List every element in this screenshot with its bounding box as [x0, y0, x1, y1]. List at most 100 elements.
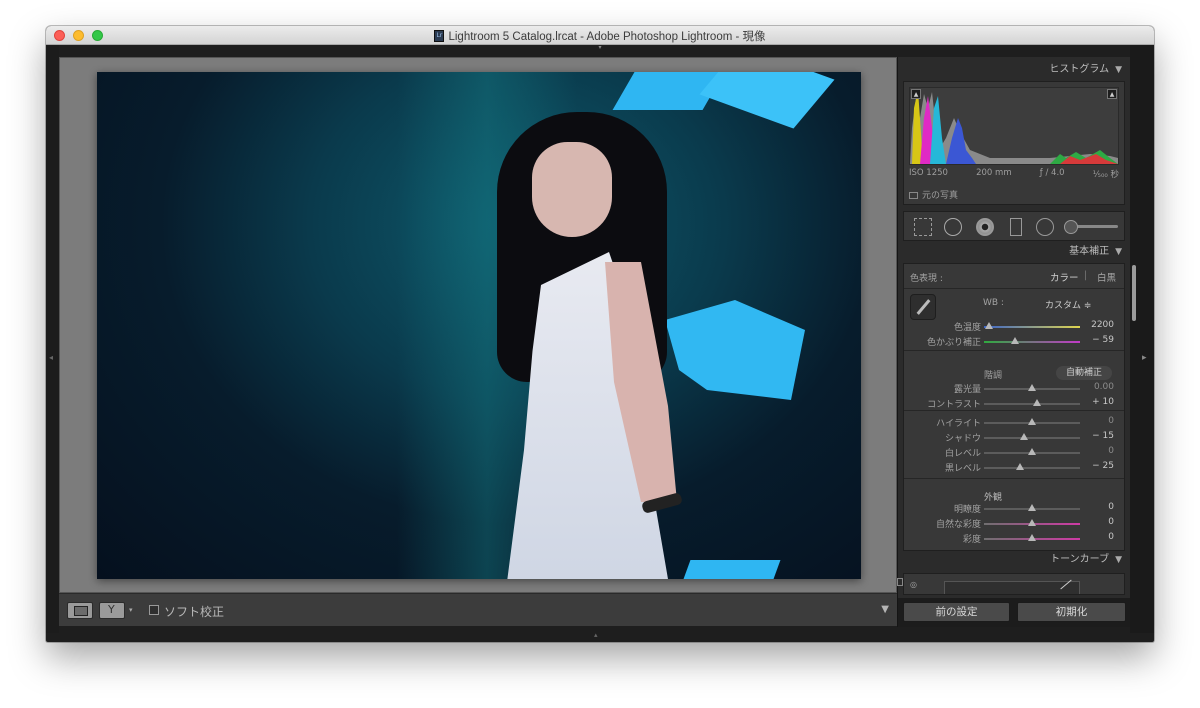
- slider-thumb[interactable]: [1032, 399, 1041, 406]
- original-photo-label: 元の写真: [922, 191, 959, 201]
- slider-track[interactable]: [984, 463, 1080, 470]
- histogram-title: ヒストグラム: [1049, 64, 1110, 75]
- original-photo-checkbox-icon: [909, 192, 918, 199]
- previous-settings-button[interactable]: 前の設定: [903, 602, 1010, 622]
- panel-scrollbar[interactable]: [1132, 265, 1136, 321]
- slider-label: 自然な彩度: [935, 520, 981, 530]
- tone-curve-header[interactable]: トーンカーブ ▼: [898, 549, 1130, 571]
- slider-thumb[interactable]: [1028, 448, 1036, 455]
- basic-title: 基本補正: [1069, 246, 1110, 257]
- slider-thumb[interactable]: [984, 322, 993, 329]
- slider-thumb[interactable]: [1028, 519, 1036, 526]
- presence-section-label: 外観: [984, 493, 1003, 503]
- slider-thumb[interactable]: [1016, 463, 1025, 470]
- main-photo[interactable]: [97, 72, 861, 579]
- tool-strip: [903, 211, 1125, 241]
- treatment-label: 色表現 :: [910, 274, 943, 284]
- radial-filter-tool-icon[interactable]: [1036, 218, 1054, 236]
- left-panel-toggle-icon[interactable]: ◂: [49, 353, 53, 362]
- basic-panel: 色表現 : カラー | 白黒 WB : カスタム ≑ 色温度 2200 色かぶり補正…: [903, 263, 1125, 551]
- zoom-window-button[interactable]: [92, 30, 103, 41]
- slider-value[interactable]: 0: [1108, 502, 1114, 512]
- tone-section-label: 階調: [984, 371, 1003, 381]
- soft-proof-checkbox[interactable]: [149, 605, 159, 615]
- graduated-filter-tool-icon[interactable]: [1010, 218, 1022, 236]
- collapse-basic-icon[interactable]: ▼: [1115, 247, 1122, 257]
- collapse-histogram-icon[interactable]: ▼: [1115, 65, 1122, 75]
- slider-thumb[interactable]: [1028, 384, 1036, 391]
- slider-value[interactable]: − 25: [1092, 461, 1114, 471]
- tone-curve-graph[interactable]: [944, 581, 1080, 594]
- slider-track[interactable]: [984, 337, 1080, 344]
- before-after-button[interactable]: Y: [99, 602, 125, 619]
- filmstrip-toggle-icon[interactable]: ▴: [594, 632, 606, 639]
- slider-value[interactable]: 0: [1108, 532, 1114, 542]
- right-panel-toggle-icon[interactable]: ▸: [1142, 353, 1147, 363]
- slider-thumb[interactable]: [1028, 418, 1036, 425]
- divider: [904, 288, 1124, 289]
- focal-length-value: 200 mm: [976, 168, 1012, 178]
- treatment-divider: |: [1084, 270, 1088, 281]
- original-photo-toggle[interactable]: 元の写真: [909, 188, 958, 201]
- divider: [904, 478, 1124, 479]
- wb-select[interactable]: カスタム ≑: [1045, 298, 1091, 311]
- adjustment-brush-tool-icon[interactable]: [1064, 220, 1118, 234]
- slider-label: 色温度: [953, 323, 981, 333]
- slider-thumb[interactable]: [1020, 433, 1029, 440]
- slider-value[interactable]: 2200: [1091, 320, 1114, 330]
- slider-value[interactable]: 0: [1108, 517, 1114, 527]
- red-eye-tool-icon[interactable]: [976, 218, 994, 236]
- view-toolbar: Y ▾ ソフト校正 ▼: [59, 593, 897, 626]
- treatment-bw-button[interactable]: 白黒: [1097, 270, 1116, 284]
- wb-label: WB :: [983, 298, 1004, 308]
- treatment-color-button[interactable]: カラー: [1050, 270, 1079, 284]
- slider-value[interactable]: 0: [1108, 416, 1114, 426]
- collapse-tone-curve-icon[interactable]: ▼: [1115, 555, 1122, 565]
- slider-track[interactable]: [984, 418, 1080, 425]
- auto-tone-button[interactable]: 自動補正: [1056, 366, 1112, 380]
- target-adjust-icon[interactable]: ◎: [910, 580, 917, 589]
- slider-track[interactable]: [984, 519, 1080, 526]
- shutter-value: ¹⁄₅₀₀ 秒: [1092, 170, 1119, 180]
- toolbar-menu-icon[interactable]: ▼: [881, 604, 889, 615]
- slider-value[interactable]: − 59: [1092, 335, 1114, 345]
- before-after-dropdown-icon[interactable]: ▾: [129, 606, 133, 614]
- loupe-view-button[interactable]: [67, 602, 93, 619]
- slider-value[interactable]: 0: [1108, 446, 1114, 456]
- spot-removal-tool-icon[interactable]: [944, 218, 962, 236]
- histogram-header[interactable]: ヒストグラム ▼: [898, 59, 1130, 81]
- slider-value[interactable]: − 15: [1092, 431, 1114, 441]
- tone-curve-title: トーンカーブ: [1050, 554, 1110, 565]
- slider-track[interactable]: [984, 534, 1080, 541]
- slider-track[interactable]: [984, 322, 1080, 329]
- reset-button[interactable]: 初期化: [1017, 602, 1126, 622]
- slider-track[interactable]: [984, 433, 1080, 440]
- slider-label: ハイライト: [936, 419, 981, 429]
- slider-track[interactable]: [984, 504, 1080, 511]
- slider-label: 白レベル: [944, 449, 981, 459]
- slider-track[interactable]: [984, 448, 1080, 455]
- top-panel-toggle-icon[interactable]: ▾: [596, 45, 604, 51]
- shadow-clipping-toggle[interactable]: ▲: [911, 89, 921, 99]
- close-window-button[interactable]: [54, 30, 65, 41]
- slider-track[interactable]: [984, 399, 1080, 406]
- histogram-chart: [910, 90, 1118, 164]
- photo-shape: [699, 72, 835, 129]
- slider-track[interactable]: [984, 384, 1080, 391]
- slider-thumb[interactable]: [1010, 337, 1019, 344]
- slider-thumb[interactable]: [1028, 534, 1036, 541]
- slider-thumb[interactable]: [1028, 504, 1036, 511]
- minimize-window-button[interactable]: [73, 30, 84, 41]
- slider-value[interactable]: + 10: [1092, 397, 1114, 407]
- slider-label: シャドウ: [944, 434, 981, 444]
- slider-label: 露光量: [953, 385, 981, 395]
- exif-info: ISO 1250 200 mm ƒ / 4.0 ¹⁄₅₀₀ 秒: [909, 168, 1119, 180]
- iso-value: ISO 1250: [909, 168, 948, 178]
- wb-eyedropper-icon[interactable]: [910, 294, 936, 320]
- histogram-graph: ▲ ▲: [909, 87, 1119, 165]
- basic-header[interactable]: 基本補正 ▼: [898, 241, 1130, 263]
- slider-value[interactable]: 0.00: [1094, 382, 1114, 392]
- crop-tool-icon[interactable]: [914, 218, 932, 236]
- highlight-clipping-toggle[interactable]: ▲: [1107, 89, 1117, 99]
- aperture-value: ƒ / 4.0: [1039, 168, 1065, 178]
